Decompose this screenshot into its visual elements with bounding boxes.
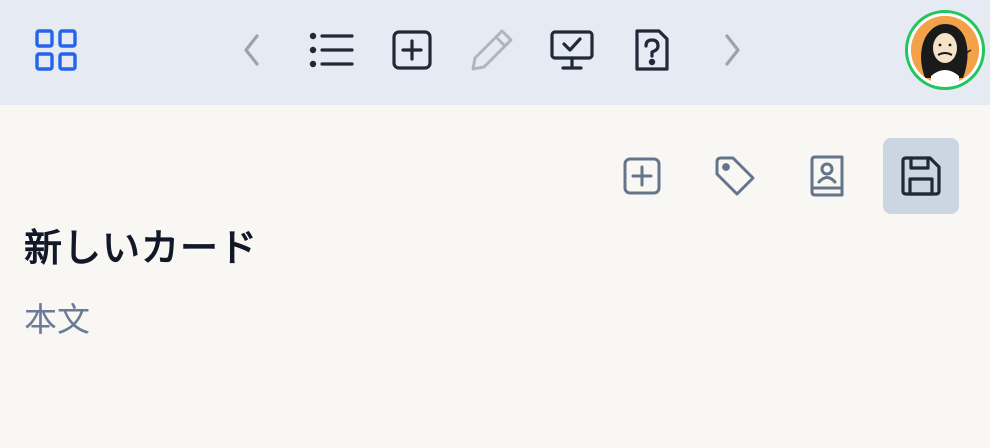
avatar-portrait (911, 16, 979, 84)
monitor-check-icon[interactable] (546, 26, 598, 74)
card-editor: 新しいカード 本文 (0, 105, 990, 448)
grid-icon[interactable] (28, 22, 84, 78)
plus-square-icon[interactable] (604, 138, 680, 214)
avatar[interactable] (905, 10, 985, 90)
card-body-placeholder[interactable]: 本文 (24, 293, 90, 341)
plus-square-icon[interactable] (388, 26, 436, 74)
top-toolbar (0, 0, 990, 105)
file-question-icon[interactable] (630, 24, 674, 76)
pencil-icon[interactable] (466, 24, 518, 76)
card-title[interactable]: 新しいカード (24, 217, 258, 272)
tag-icon[interactable] (697, 138, 773, 214)
chevron-left-icon[interactable] (232, 28, 272, 72)
list-icon[interactable] (306, 26, 358, 74)
chevron-right-icon[interactable] (712, 28, 752, 72)
save-icon[interactable] (883, 138, 959, 214)
contact-book-icon[interactable] (790, 138, 866, 214)
